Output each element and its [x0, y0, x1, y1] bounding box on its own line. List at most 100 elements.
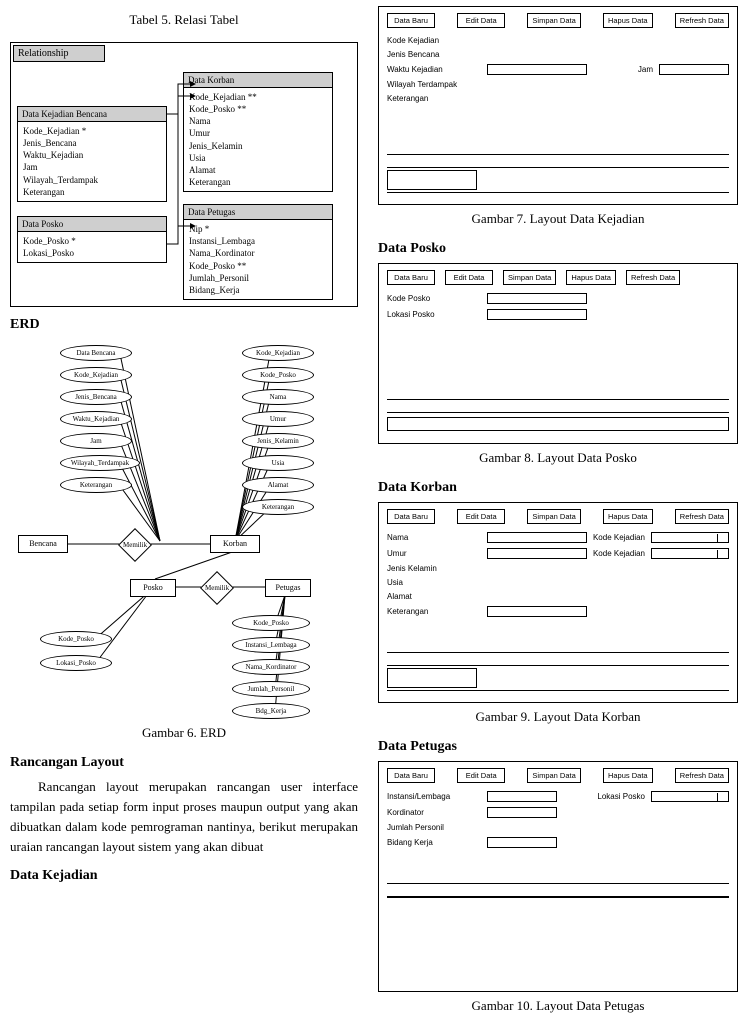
erd-attr: Umur [242, 411, 314, 427]
label: Nama [387, 533, 487, 542]
rancangan-paragraph: Rancangan layout merupakan rancangan use… [10, 777, 358, 858]
erd-diagram: Data Bencana Kode_Kejadian Jenis_Bencana… [10, 339, 350, 719]
field: Wilayah_Terdampak [23, 174, 161, 186]
btn-hapus-data[interactable]: Hapus Data [603, 768, 653, 783]
field: Bidang_Kerja [189, 284, 327, 296]
erd-attr: Jam [60, 433, 132, 449]
dropdown-lokasi-posko[interactable] [651, 791, 729, 802]
gambar8-caption: Gambar 8. Layout Data Posko [378, 450, 738, 466]
erd-entity-petugas: Petugas [265, 579, 311, 597]
btn-refresh-data[interactable]: Refresh Data [675, 509, 729, 524]
erd-attr: Jumlah_Personil [232, 681, 310, 697]
gambar6-caption: Gambar 6. ERD [10, 725, 358, 741]
input-kode-posko[interactable] [487, 293, 587, 304]
gambar10-caption: Gambar 10. Layout Data Petugas [378, 998, 738, 1014]
box-title: Data Posko [18, 217, 166, 232]
erd-attr: Keterangan [242, 499, 314, 515]
erd-entity-bencana: Bencana [18, 535, 68, 553]
dropdown-kode-kejadian2[interactable] [651, 548, 729, 559]
field: Keterangan [189, 176, 327, 188]
label: Bidang Kerja [387, 838, 487, 847]
erd-attr: Kode_Kejadian [242, 345, 314, 361]
data-petugas-heading: Data Petugas [378, 739, 738, 755]
btn-refresh-data[interactable]: Refresh Data [626, 270, 680, 285]
field: Kode_Posko ** [189, 103, 327, 115]
relation-lines [160, 56, 200, 286]
input-jam[interactable] [659, 64, 729, 75]
btn-data-baru[interactable]: Data Baru [387, 13, 435, 28]
rancangan-heading: Rancangan Layout [10, 755, 358, 771]
btn-data-baru[interactable]: Data Baru [387, 270, 435, 285]
field: Umur [189, 127, 327, 139]
erd-attr: Nama [242, 389, 314, 405]
btn-refresh-data[interactable]: Refresh Data [675, 768, 729, 783]
btn-hapus-data[interactable]: Hapus Data [603, 13, 653, 28]
box-kejadian-bencana: Data Kejadian Bencana Kode_Kejadian * Je… [17, 106, 167, 202]
label: Usia [387, 578, 487, 587]
box-title: Data Korban [184, 73, 332, 88]
tabel5-caption: Tabel 5. Relasi Tabel [10, 12, 358, 28]
erd-attr: Kode_Kejadian [60, 367, 132, 383]
field: Kode_Kejadian * [23, 125, 161, 137]
btn-edit-data[interactable]: Edit Data [457, 509, 505, 524]
gambar9-caption: Gambar 9. Layout Data Korban [378, 709, 738, 725]
label: Lokasi Posko [387, 310, 487, 319]
label: Waktu Kejadian [387, 65, 487, 74]
data-kejadian-heading: Data Kejadian [10, 868, 358, 884]
erd-attr: Keterangan [60, 477, 132, 493]
input-lokasi-posko[interactable] [487, 309, 587, 320]
field: Kode_Posko * [23, 235, 161, 247]
erd-attr: Lokasi_Posko [40, 655, 112, 671]
label: Jenis Kelamin [387, 564, 487, 573]
btn-simpan-data[interactable]: Simpan Data [503, 270, 556, 285]
erd-attr: Kode_Posko [232, 615, 310, 631]
btn-edit-data[interactable]: Edit Data [445, 270, 493, 285]
erd-attr: Kode_Posko [40, 631, 112, 647]
form-data-posko: Data Baru Edit Data Simpan Data Hapus Da… [378, 263, 738, 444]
input-umur[interactable] [487, 548, 587, 559]
label: Umur [387, 549, 487, 558]
btn-edit-data[interactable]: Edit Data [457, 13, 505, 28]
gambar7-caption: Gambar 7. Layout Data Kejadian [378, 211, 738, 227]
label: Kode Kejadian [593, 533, 645, 542]
btn-simpan-data[interactable]: Simpan Data [527, 509, 580, 524]
erd-attr: Instansi_Lembaga [232, 637, 310, 653]
label: Jumlah Personil [387, 823, 487, 832]
erd-entity-korban: Korban [210, 535, 260, 553]
field: Nip * [189, 223, 327, 235]
relationship-diagram: Relationship Data Kejadian Bencana Kode_… [10, 42, 358, 307]
btn-simpan-data[interactable]: Simpan Data [527, 13, 580, 28]
btn-refresh-data[interactable]: Refresh Data [675, 13, 729, 28]
erd-attr: Nama_Kordinator [232, 659, 310, 675]
btn-hapus-data[interactable]: Hapus Data [566, 270, 616, 285]
form-data-kejadian: Data Baru Edit Data Simpan Data Hapus Da… [378, 6, 738, 205]
dropdown-kode-kejadian[interactable] [651, 532, 729, 543]
erd-attr: Jenis_Bencana [60, 389, 132, 405]
field: Lokasi_Posko [23, 247, 161, 259]
field: Kode_Kejadian ** [189, 91, 327, 103]
box-title: Data Kejadian Bencana [18, 107, 166, 122]
field: Nama [189, 115, 327, 127]
erd-heading: ERD [10, 317, 358, 333]
btn-simpan-data[interactable]: Simpan Data [527, 768, 580, 783]
btn-data-baru[interactable]: Data Baru [387, 768, 435, 783]
input-nama[interactable] [487, 532, 587, 543]
field: Instansi_Lembaga [189, 235, 327, 247]
label: Kordinator [387, 808, 487, 817]
erd-attr: Kode_Posko [242, 367, 314, 383]
form-data-petugas: Data Baru Edit Data Simpan Data Hapus Da… [378, 761, 738, 992]
field: Jenis_Kelamin [189, 140, 327, 152]
input-instansi[interactable] [487, 791, 557, 802]
field: Kode_Posko ** [189, 260, 327, 272]
input-waktu[interactable] [487, 64, 587, 75]
erd-attr: Waktu_Kejadian [60, 411, 132, 427]
input-bidang[interactable] [487, 837, 557, 848]
btn-data-baru[interactable]: Data Baru [387, 509, 435, 524]
btn-edit-data[interactable]: Edit Data [457, 768, 505, 783]
input-kordinator[interactable] [487, 807, 557, 818]
btn-hapus-data[interactable]: Hapus Data [603, 509, 653, 524]
erd-attr: Usia [242, 455, 314, 471]
input-keterangan[interactable] [487, 606, 587, 617]
field: Usia [189, 152, 327, 164]
field: Nama_Kordinator [189, 247, 327, 259]
